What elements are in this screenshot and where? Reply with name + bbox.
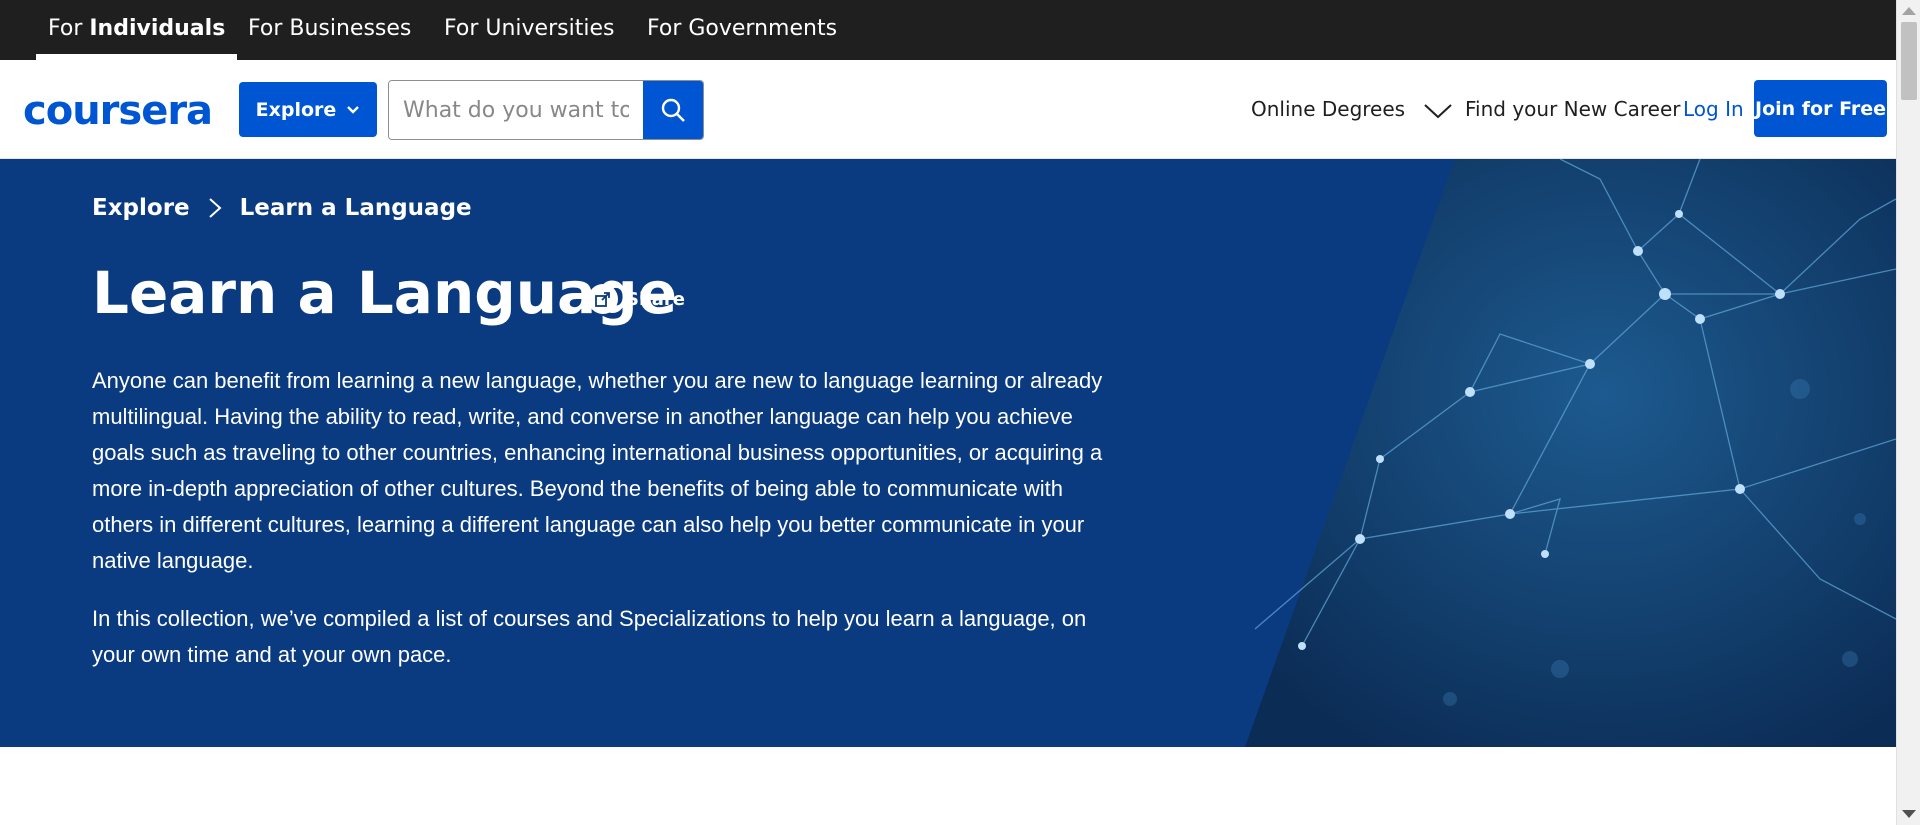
scroll-up-arrow-icon[interactable]: [1902, 7, 1916, 15]
scroll-down-arrow-icon[interactable]: [1902, 810, 1916, 818]
description-paragraph-1: Anyone can benefit from learning a new l…: [92, 368, 1103, 573]
login-link[interactable]: Log In: [1683, 60, 1744, 159]
tab-individuals[interactable]: For Individuals: [36, 0, 238, 60]
share-label: Share: [626, 288, 686, 310]
tab-individuals-prefix: For: [48, 16, 90, 41]
hero-banner: Explore Learn a Language Learn a Languag…: [0, 159, 1896, 747]
vertical-scrollbar[interactable]: [1896, 0, 1920, 825]
breadcrumb-current[interactable]: Learn a Language: [240, 195, 472, 221]
coursera-logo[interactable]: coursera: [23, 88, 213, 134]
search-button[interactable]: [643, 81, 703, 139]
search-box: [388, 80, 704, 140]
tab-universities[interactable]: For Universities: [444, 0, 614, 60]
search-icon: [661, 98, 685, 122]
breadcrumb: Explore Learn a Language: [92, 195, 472, 221]
join-for-free-button[interactable]: Join for Free: [1754, 80, 1887, 137]
tab-individuals-label: Individuals: [89, 16, 226, 41]
online-degrees-menu[interactable]: Online Degrees: [1251, 60, 1453, 159]
tab-governments[interactable]: For Governments: [647, 0, 837, 60]
tab-businesses[interactable]: For Businesses: [248, 0, 411, 60]
share-icon: [588, 284, 618, 314]
search-input[interactable]: [389, 81, 643, 139]
scroll-thumb[interactable]: [1901, 22, 1917, 100]
description-paragraph-2: In this collection, we’ve compiled a lis…: [92, 606, 1087, 667]
chevron-down-icon: [1424, 103, 1453, 118]
find-career-link[interactable]: Find your New Career: [1465, 60, 1680, 159]
audience-bar: For Individuals For Businesses For Unive…: [0, 0, 1896, 60]
main-header: coursera Explore Online Degrees Find you…: [0, 60, 1896, 159]
online-degrees-label: Online Degrees: [1251, 97, 1406, 121]
chevron-down-icon: [347, 105, 360, 114]
explore-button[interactable]: Explore: [239, 82, 377, 137]
share-button[interactable]: Share: [588, 284, 685, 314]
breadcrumb-explore[interactable]: Explore: [92, 195, 190, 221]
explore-label: Explore: [255, 98, 337, 121]
chevron-right-icon: [208, 198, 222, 218]
